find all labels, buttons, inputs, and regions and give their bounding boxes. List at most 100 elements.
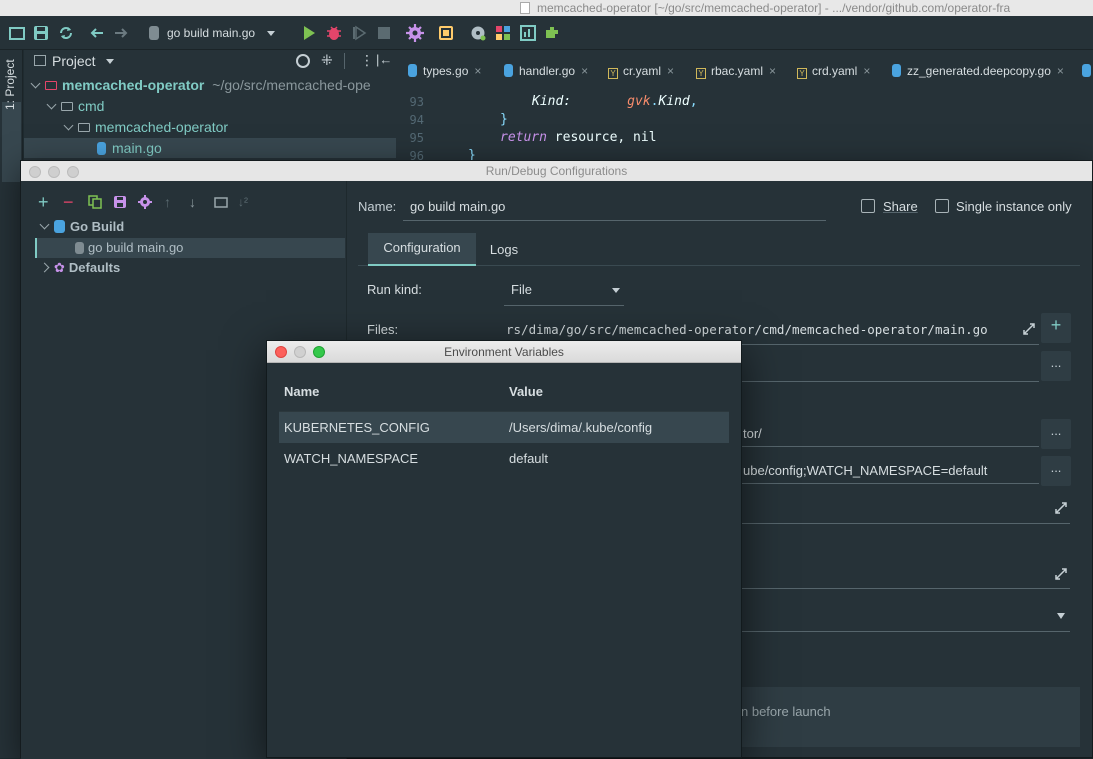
- editor-tab-label: handler.go: [519, 64, 576, 78]
- coverage-icon[interactable]: [351, 24, 369, 42]
- editor-tab-overflow[interactable]: [1082, 64, 1093, 80]
- code-token: return: [500, 130, 547, 145]
- table-row[interactable]: WATCH_NAMESPACE default: [279, 443, 729, 475]
- env-var-name[interactable]: WATCH_NAMESPACE: [284, 443, 418, 475]
- tree-folder-label: memcached-operator: [95, 119, 229, 135]
- tree-file-main-go[interactable]: main.go: [24, 138, 396, 158]
- tree-folder-cmd[interactable]: cmd: [46, 96, 104, 116]
- settings-icon[interactable]: [138, 195, 152, 209]
- plugin-icon[interactable]: [543, 24, 561, 42]
- project-view-label[interactable]: Project: [52, 53, 96, 69]
- window-title: memcached-operator [~/go/src/memcached-o…: [537, 1, 1011, 15]
- tree-root-label: memcached-operator: [62, 77, 205, 93]
- run-kind-select[interactable]: File: [504, 276, 624, 306]
- chevron-down-icon[interactable]: [106, 59, 114, 64]
- back-icon[interactable]: [88, 24, 106, 42]
- minimize-window-button[interactable]: [294, 346, 306, 358]
- editor-tab[interactable]: Ycr.yaml ×: [608, 64, 674, 80]
- target-icon[interactable]: [296, 54, 310, 68]
- share-checkbox[interactable]: [861, 199, 875, 213]
- folder-icon[interactable]: [214, 195, 228, 209]
- folder-icon[interactable]: [8, 24, 26, 42]
- tree-group-label: Defaults: [68, 260, 121, 275]
- structure-icon[interactable]: [494, 24, 512, 42]
- chevron-down-icon[interactable]: [1057, 613, 1065, 619]
- sdk-icon[interactable]: [437, 24, 455, 42]
- terminal-icon[interactable]: [519, 24, 537, 42]
- close-icon[interactable]: ×: [474, 64, 481, 78]
- stop-icon[interactable]: [375, 24, 393, 42]
- editor-tab[interactable]: Yrbac.yaml ×: [696, 64, 776, 80]
- project-view-icon: [34, 55, 46, 66]
- browse-button[interactable]: ...: [1041, 351, 1071, 381]
- close-icon[interactable]: ×: [667, 64, 674, 78]
- tree-item-go-build-main[interactable]: go build main.go: [35, 238, 345, 258]
- editor-tab[interactable]: zz_generated.deepcopy.go ×: [892, 64, 1064, 80]
- env-var-value[interactable]: default: [509, 443, 548, 475]
- tab-logs[interactable]: Logs: [476, 233, 532, 266]
- name-input[interactable]: go build main.go: [410, 199, 505, 214]
- hide-icon[interactable]: |←: [376, 52, 392, 67]
- expand-icon[interactable]: [1054, 567, 1068, 581]
- tab-configuration[interactable]: Configuration: [368, 233, 476, 266]
- close-icon[interactable]: ×: [1057, 64, 1064, 78]
- run-icon[interactable]: [300, 24, 318, 42]
- editor-tab[interactable]: handler.go ×: [504, 64, 588, 80]
- collapse-icon[interactable]: ⁜: [321, 52, 333, 69]
- env-var-name[interactable]: KUBERNETES_CONFIG: [284, 412, 430, 444]
- env-table-header: Name Value: [279, 371, 729, 411]
- forward-icon[interactable]: [112, 24, 130, 42]
- more-icon[interactable]: ⋮: [360, 52, 374, 69]
- minimize-window-button[interactable]: [48, 166, 60, 178]
- working-directory-input[interactable]: tor/: [743, 426, 762, 441]
- env-var-value[interactable]: /Users/dima/.kube/config: [509, 412, 652, 444]
- chevron-down-icon: [612, 288, 620, 293]
- close-icon[interactable]: ×: [863, 64, 870, 78]
- environment-input[interactable]: ube/config;WATCH_NAMESPACE=default: [743, 463, 987, 478]
- debug-icon[interactable]: [325, 24, 343, 42]
- copy-icon[interactable]: [88, 195, 102, 209]
- tree-group-go-build[interactable]: Go Build: [39, 217, 124, 237]
- single-instance-checkbox[interactable]: [935, 199, 949, 213]
- table-row[interactable]: KUBERNETES_CONFIG /Users/dima/.kube/conf…: [279, 411, 729, 443]
- add-file-button[interactable]: +: [1041, 313, 1071, 343]
- single-instance-label: Single instance only: [956, 199, 1072, 214]
- editor-tab-label: rbac.yaml: [711, 64, 764, 78]
- tree-root[interactable]: memcached-operator ~/go/src/memcached-op…: [30, 75, 371, 95]
- move-up-icon[interactable]: ↑: [164, 195, 178, 209]
- browse-button[interactable]: ...: [1041, 456, 1071, 486]
- files-input[interactable]: rs/dima/go/src/memcached-operator/cmd/me…: [506, 322, 988, 337]
- project-tool-tab[interactable]: [2, 102, 21, 182]
- code-token: Kind:: [532, 94, 572, 109]
- go-file-icon: [1082, 64, 1091, 77]
- config-tabs: Configuration Logs: [358, 233, 1080, 266]
- expand-icon[interactable]: [1022, 322, 1036, 336]
- browse-button[interactable]: ...: [1041, 419, 1071, 449]
- editor-tab[interactable]: types.go ×: [408, 64, 481, 80]
- record-icon[interactable]: [469, 24, 487, 42]
- tree-group-defaults[interactable]: ✿ Defaults: [39, 258, 121, 278]
- remove-icon[interactable]: −: [63, 193, 77, 211]
- zoom-window-button[interactable]: [67, 166, 79, 178]
- zoom-window-button[interactable]: [313, 346, 325, 358]
- go-file-icon: [149, 26, 159, 40]
- save-icon[interactable]: [32, 24, 50, 42]
- move-down-icon[interactable]: ↓: [189, 195, 203, 209]
- save-icon[interactable]: [113, 195, 127, 209]
- settings-icon[interactable]: [406, 24, 424, 42]
- code-editor[interactable]: 93 Kind: gvk.Kind, 94 } 95 return resourc…: [396, 90, 1093, 163]
- chevron-down-icon: [63, 120, 74, 131]
- add-icon[interactable]: +: [38, 193, 52, 211]
- run-configuration-selector[interactable]: go build main.go: [143, 22, 283, 44]
- close-window-button[interactable]: [275, 346, 287, 358]
- sort-icon[interactable]: ↓²: [238, 195, 252, 209]
- line-number: 94: [409, 113, 424, 127]
- tree-folder-memcached-operator[interactable]: memcached-operator: [63, 117, 229, 137]
- close-window-button[interactable]: [29, 166, 41, 178]
- close-icon[interactable]: ×: [581, 64, 588, 78]
- editor-tab[interactable]: Ycrd.yaml ×: [797, 64, 870, 80]
- close-icon[interactable]: ×: [769, 64, 776, 78]
- expand-icon[interactable]: [1054, 501, 1068, 515]
- sync-icon[interactable]: [57, 24, 75, 42]
- gopher-icon: [54, 220, 65, 233]
